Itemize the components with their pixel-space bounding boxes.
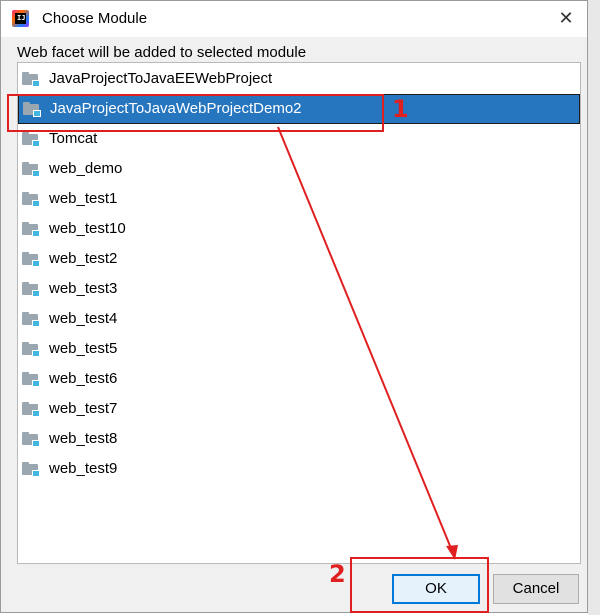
module-list-item[interactable]: web_test9 xyxy=(18,454,580,484)
background-strip xyxy=(588,0,600,615)
dialog-message: Web facet will be added to selected modu… xyxy=(17,44,307,61)
module-folder-icon xyxy=(21,371,41,387)
module-list-item[interactable]: web_test2 xyxy=(18,244,580,274)
module-folder-icon xyxy=(21,311,41,327)
module-list-item[interactable]: JavaProjectToJavaEEWebProject xyxy=(18,64,580,94)
module-list-item[interactable]: web_test6 xyxy=(18,364,580,394)
module-folder-icon xyxy=(21,341,41,357)
module-list-item[interactable]: JavaProjectToJavaWebProjectDemo2 xyxy=(18,94,580,124)
module-folder-icon xyxy=(21,191,41,207)
module-name: web_test9 xyxy=(49,460,118,477)
module-name: web_test7 xyxy=(49,400,118,417)
module-name: web_test2 xyxy=(49,250,118,267)
module-name: web_test5 xyxy=(49,340,118,357)
module-name: Tomcat xyxy=(49,130,98,147)
module-list-item[interactable]: web_test10 xyxy=(18,214,580,244)
annotation-number-2: 2 xyxy=(329,560,346,588)
module-list-item[interactable]: web_test3 xyxy=(18,274,580,304)
module-name: JavaProjectToJavaWebProjectDemo2 xyxy=(50,100,302,117)
choose-module-dialog: IJ Choose Module ✕ Web facet will be add… xyxy=(0,0,588,613)
module-name: web_test1 xyxy=(49,190,118,207)
module-folder-icon xyxy=(21,401,41,417)
module-list-item[interactable]: web_demo xyxy=(18,154,580,184)
module-folder-icon xyxy=(21,221,41,237)
module-list-item[interactable]: web_test8 xyxy=(18,424,580,454)
close-icon[interactable]: ✕ xyxy=(551,4,581,32)
module-folder-icon xyxy=(21,131,41,147)
module-folder-icon xyxy=(21,281,41,297)
module-folder-icon xyxy=(21,431,41,447)
title-bar: IJ Choose Module ✕ xyxy=(1,1,587,37)
module-folder-icon xyxy=(21,461,41,477)
module-list[interactable]: JavaProjectToJavaEEWebProject JavaProject… xyxy=(17,62,581,564)
module-list-item[interactable]: web_test5 xyxy=(18,334,580,364)
module-name: web_test6 xyxy=(49,370,118,387)
dialog-title: Choose Module xyxy=(42,10,148,27)
module-list-item[interactable]: web_test1 xyxy=(18,184,580,214)
ok-button[interactable]: OK xyxy=(392,574,480,604)
module-name: web_test10 xyxy=(49,220,126,237)
cancel-button[interactable]: Cancel xyxy=(493,574,579,604)
module-folder-icon xyxy=(21,161,41,177)
intellij-idea-icon: IJ xyxy=(12,10,29,27)
module-folder-icon xyxy=(21,251,41,267)
module-name: web_demo xyxy=(49,160,123,177)
module-name: web_test4 xyxy=(49,310,118,327)
module-name: web_test3 xyxy=(49,280,118,297)
module-list-item[interactable]: Tomcat xyxy=(18,124,580,154)
module-list-item[interactable]: web_test4 xyxy=(18,304,580,334)
module-list-item[interactable]: web_test7 xyxy=(18,394,580,424)
module-name: JavaProjectToJavaEEWebProject xyxy=(49,70,273,87)
module-folder-icon xyxy=(22,101,42,117)
module-folder-icon xyxy=(21,71,41,87)
annotation-number-1: 1 xyxy=(392,95,409,123)
module-name: web_test8 xyxy=(49,430,118,447)
